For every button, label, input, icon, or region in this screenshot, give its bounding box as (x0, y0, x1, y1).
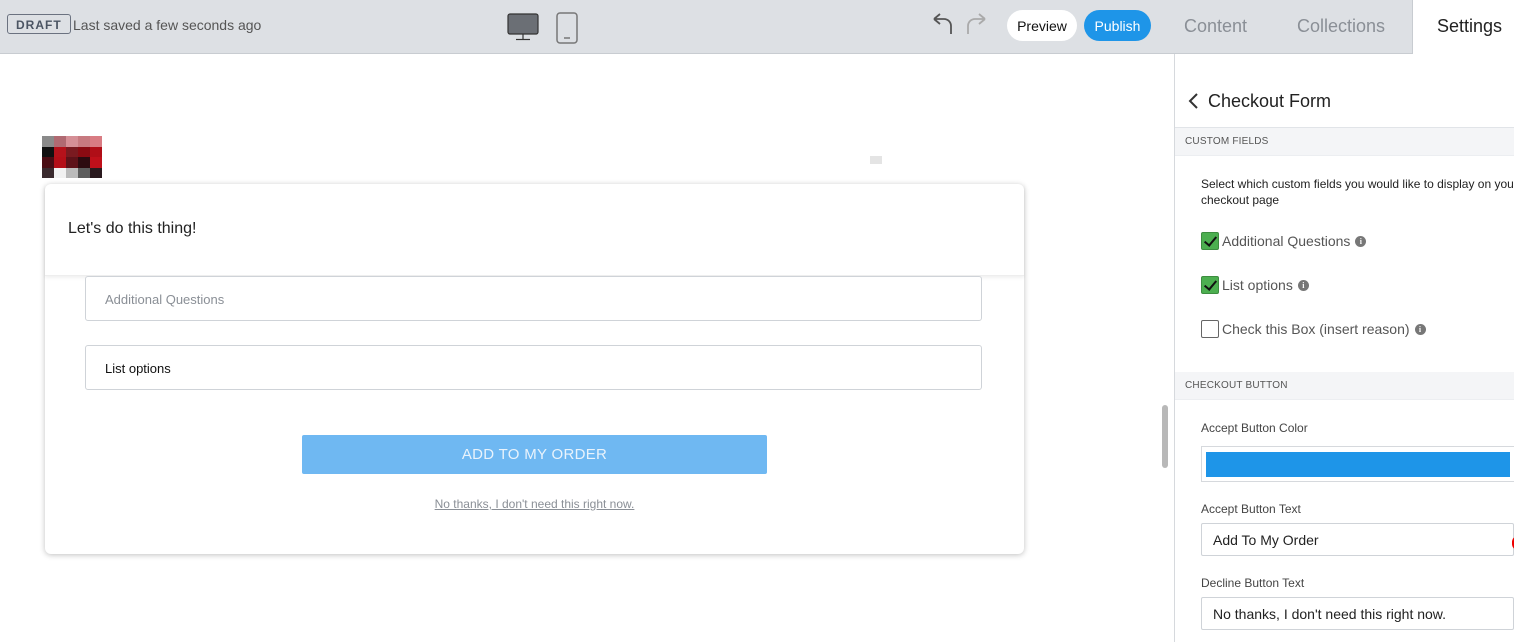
tab-collections[interactable]: Collections (1297, 0, 1385, 53)
brand-logo (42, 136, 102, 178)
form-header: Let's do this thing! (45, 184, 1024, 276)
mobile-view-icon[interactable] (556, 12, 578, 44)
undo-icon[interactable] (930, 12, 954, 38)
list-options-select[interactable]: List options (85, 345, 982, 390)
back-chevron-icon[interactable] (1187, 92, 1199, 110)
add-to-order-button[interactable]: ADD TO MY ORDER (302, 435, 767, 474)
checkbox-row-list-options[interactable]: List options i (1201, 275, 1309, 295)
panel-resize-handle[interactable] (1162, 405, 1168, 468)
tab-settings[interactable]: Settings (1412, 0, 1514, 54)
accept-text-input[interactable] (1201, 523, 1514, 556)
placeholder-element (870, 156, 882, 164)
section-custom-fields: CUSTOM FIELDS (1175, 128, 1514, 156)
accept-color-label: Accept Button Color (1201, 421, 1308, 435)
checkout-form-card: Let's do this thing! Additional Question… (45, 184, 1024, 554)
tab-content[interactable]: Content (1184, 0, 1247, 53)
panel-header: Checkout Form (1175, 74, 1514, 128)
editor-toolbar: DRAFT Last saved a few seconds ago Previ… (0, 0, 1174, 54)
decline-text-label: Decline Button Text (1201, 576, 1305, 590)
checkbox-label: List options (1222, 277, 1293, 293)
additional-questions-input[interactable]: Additional Questions (85, 276, 982, 321)
accept-color-picker[interactable] (1201, 446, 1514, 482)
section-checkout-button: CHECKOUT BUTTON (1175, 372, 1514, 400)
save-status: Last saved a few seconds ago (73, 17, 262, 33)
decline-link[interactable]: No thanks, I don't need this right now. (45, 497, 1024, 511)
info-icon[interactable]: i (1297, 279, 1309, 291)
publish-button[interactable]: Publish (1084, 10, 1151, 41)
form-title: Let's do this thing! (68, 220, 197, 237)
accept-color-swatch[interactable] (1206, 452, 1510, 477)
checkbox-label: Check this Box (insert reason) (1222, 321, 1410, 337)
preview-button[interactable]: Preview (1007, 10, 1077, 41)
decline-text-input[interactable] (1201, 597, 1514, 630)
additional-questions-checkbox[interactable] (1201, 232, 1219, 250)
draft-badge: DRAFT (7, 14, 71, 34)
info-icon[interactable]: i (1414, 323, 1426, 335)
checkbox-row-check-this-box[interactable]: Check this Box (insert reason) i (1201, 319, 1426, 339)
checkbox-label: Additional Questions (1222, 233, 1351, 249)
check-this-box-checkbox[interactable] (1201, 320, 1219, 338)
accept-text-label: Accept Button Text (1201, 502, 1301, 516)
list-options-checkbox[interactable] (1201, 276, 1219, 294)
settings-panel: Checkout Form CUSTOM FIELDS Select which… (1174, 54, 1514, 642)
panel-tabs: Content Collections Settings (1174, 0, 1514, 54)
info-icon[interactable]: i (1355, 235, 1367, 247)
panel-title: Checkout Form (1208, 91, 1332, 111)
custom-fields-description: Select which custom fields you would lik… (1201, 177, 1514, 207)
desktop-view-icon[interactable] (507, 12, 539, 42)
checkbox-row-additional-questions[interactable]: Additional Questions i (1201, 231, 1367, 251)
redo-icon[interactable] (965, 12, 989, 38)
